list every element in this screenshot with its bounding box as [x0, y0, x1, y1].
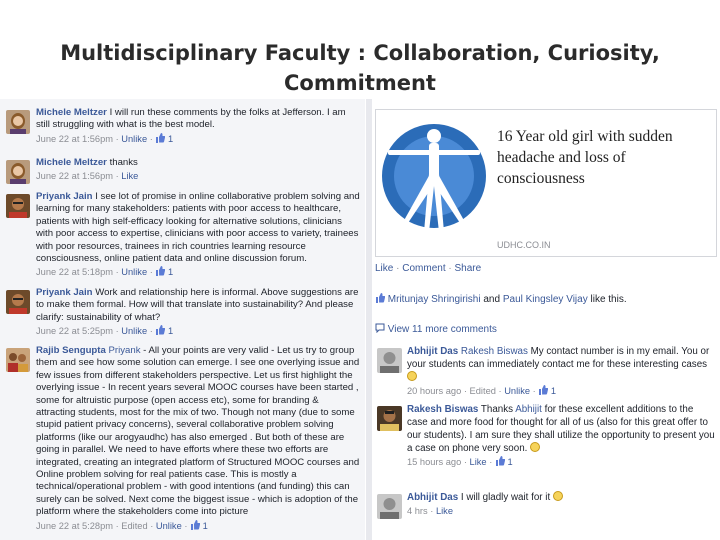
- smiley-icon: [407, 371, 417, 381]
- like-count[interactable]: 1: [551, 386, 556, 396]
- like-thumb-icon: [495, 456, 506, 466]
- like-count[interactable]: 1: [203, 521, 208, 531]
- unlike-link[interactable]: Unlike: [156, 521, 182, 531]
- comment-item: Rakesh Biswas Thanks Abhijit for these e…: [375, 403, 715, 469]
- edited-label[interactable]: Edited: [470, 386, 496, 396]
- avatar-man-icon: [6, 290, 30, 314]
- comment-author[interactable]: Priyank Jain: [36, 287, 93, 298]
- comment-time[interactable]: June 22 at 1:56pm: [36, 171, 113, 181]
- comment-time[interactable]: 4 hrs: [407, 506, 428, 516]
- post-actions: Like · Comment · Share: [375, 263, 482, 274]
- comment-meta: 15 hours ago · Like · 1: [407, 456, 513, 467]
- avatar: [6, 110, 30, 134]
- like-thumb-icon: [538, 385, 549, 395]
- comment-author[interactable]: Abhijit Das: [407, 346, 458, 357]
- slide-title-line-1: Multidisciplinary Faculty : Collaboratio…: [60, 41, 660, 65]
- like-thumb-icon: [155, 132, 166, 143]
- view-more-comments[interactable]: View 11 more comments: [375, 323, 497, 335]
- like-count[interactable]: 1: [168, 267, 173, 277]
- comment-time[interactable]: June 22 at 5:25pm: [36, 326, 113, 336]
- comment-author[interactable]: Rajib Sengupta: [36, 345, 106, 356]
- comment-meta: 4 hrs · Like: [407, 506, 453, 516]
- like-thumb-icon: [375, 293, 386, 303]
- comment-author[interactable]: Michele Meltzer: [36, 157, 107, 168]
- like-thumb-icon: [155, 266, 166, 277]
- avatar-group-icon: [6, 348, 30, 372]
- left-comment-thread: Michele Meltzer I will run these comment…: [0, 99, 365, 540]
- post-likes: Mritunjay Shringirishi and Paul Kingsley…: [375, 293, 627, 305]
- comment-meta: June 22 at 5:18pm · Unlike · 1: [36, 266, 174, 278]
- speech-bubble-icon: [375, 323, 385, 334]
- avatar-man-icon: [377, 406, 402, 431]
- comment-meta: 20 hours ago · Edited · Unlike · 1: [407, 385, 557, 396]
- avatar-woman-icon: [6, 110, 30, 134]
- unlike-link[interactable]: Unlike: [121, 134, 147, 144]
- slide-title: Multidisciplinary Faculty : Collaboratio…: [0, 38, 720, 98]
- comment-link[interactable]: Comment: [402, 263, 445, 274]
- like-count[interactable]: 1: [168, 326, 173, 336]
- comment-author[interactable]: Rakesh Biswas: [407, 404, 478, 415]
- comment-time[interactable]: 15 hours ago: [407, 457, 461, 467]
- share-link[interactable]: Share: [455, 263, 482, 274]
- comment-item: Abhijit Das I will gladly wait for it 4 …: [375, 491, 715, 519]
- comment-item: Michele Meltzer I will run these comment…: [4, 107, 360, 145]
- smiley-icon: [552, 491, 563, 501]
- comment-mention[interactable]: Abhijit: [515, 404, 542, 415]
- comment-time[interactable]: 20 hours ago: [407, 386, 461, 396]
- unlike-link[interactable]: Unlike: [504, 386, 530, 396]
- like-link[interactable]: Like: [121, 171, 138, 181]
- vitruvian-man-icon: [380, 114, 488, 252]
- like-link[interactable]: Like: [375, 263, 393, 274]
- like-count[interactable]: 1: [507, 457, 512, 467]
- comment-item: Priyank Jain Work and relationship here …: [4, 287, 360, 338]
- comment-author[interactable]: Abhijit Das: [407, 492, 458, 503]
- avatar: [377, 494, 402, 519]
- comment-author[interactable]: Michele Meltzer: [36, 107, 107, 118]
- comment-time[interactable]: June 22 at 1:56pm: [36, 134, 113, 144]
- like-thumb-icon: [190, 519, 201, 530]
- comment-meta: June 22 at 5:28pm · Edited · Unlike · 1: [36, 519, 208, 531]
- comment-item: Priyank Jain I see lot of promise in onl…: [4, 191, 360, 279]
- liker-link[interactable]: Paul Kingsley Vijay: [503, 294, 588, 305]
- comment-text: - All your points are very valid - Let u…: [36, 345, 360, 518]
- comment-item: Abhijit Das Rakesh Biswas My contact num…: [375, 345, 715, 398]
- avatar: [377, 406, 402, 431]
- comment-time[interactable]: June 22 at 5:18pm: [36, 267, 113, 277]
- avatar-woman-icon: [6, 160, 30, 184]
- avatar: [377, 348, 402, 373]
- right-post-panel: 16 Year old girl with sudden headache an…: [372, 99, 720, 540]
- comment-meta: June 22 at 5:25pm · Unlike · 1: [36, 325, 174, 337]
- comment-text: I will gladly wait for it: [458, 492, 553, 503]
- liker-link[interactable]: Mritunjay Shringirishi: [388, 294, 481, 305]
- comment-meta: June 22 at 1:56pm · Unlike · 1: [36, 132, 174, 144]
- smiley-icon: [530, 442, 541, 452]
- comment-author[interactable]: Priyank Jain: [36, 191, 93, 202]
- comment-mention[interactable]: Rakesh Biswas: [461, 346, 528, 357]
- like-link[interactable]: Like: [436, 506, 453, 516]
- comment-text: thanks: [106, 157, 138, 168]
- avatar-man-icon: [6, 194, 30, 218]
- avatar: [6, 194, 30, 218]
- comment-mention[interactable]: Priyank: [109, 345, 141, 356]
- like-thumb-icon: [155, 325, 166, 336]
- comment-item: Rajib Sengupta Priyank - All your points…: [4, 345, 360, 532]
- avatar: [6, 160, 30, 184]
- link-preview-card[interactable]: 16 Year old girl with sudden headache an…: [375, 109, 717, 257]
- link-preview-title[interactable]: 16 Year old girl with sudden headache an…: [497, 126, 707, 189]
- comment-time[interactable]: June 22 at 5:28pm: [36, 521, 113, 531]
- avatar-man-icon: [377, 494, 402, 519]
- comment-meta: June 22 at 1:56pm · Like: [36, 171, 139, 182]
- edited-label[interactable]: Edited: [121, 521, 147, 531]
- slide-title-line-2: Commitment: [284, 71, 436, 95]
- unlike-link[interactable]: Unlike: [121, 326, 147, 336]
- avatar: [6, 290, 30, 314]
- comment-item: Michele Meltzer thanks June 22 at 1:56pm…: [4, 157, 360, 184]
- like-count[interactable]: 1: [168, 134, 173, 144]
- unlike-link[interactable]: Unlike: [121, 267, 147, 277]
- avatar: [6, 348, 30, 372]
- like-link[interactable]: Like: [470, 457, 487, 467]
- avatar-man-icon: [377, 348, 402, 373]
- view-more-label[interactable]: View 11 more comments: [388, 324, 497, 335]
- link-preview-domain: UDHC.CO.IN: [497, 240, 551, 250]
